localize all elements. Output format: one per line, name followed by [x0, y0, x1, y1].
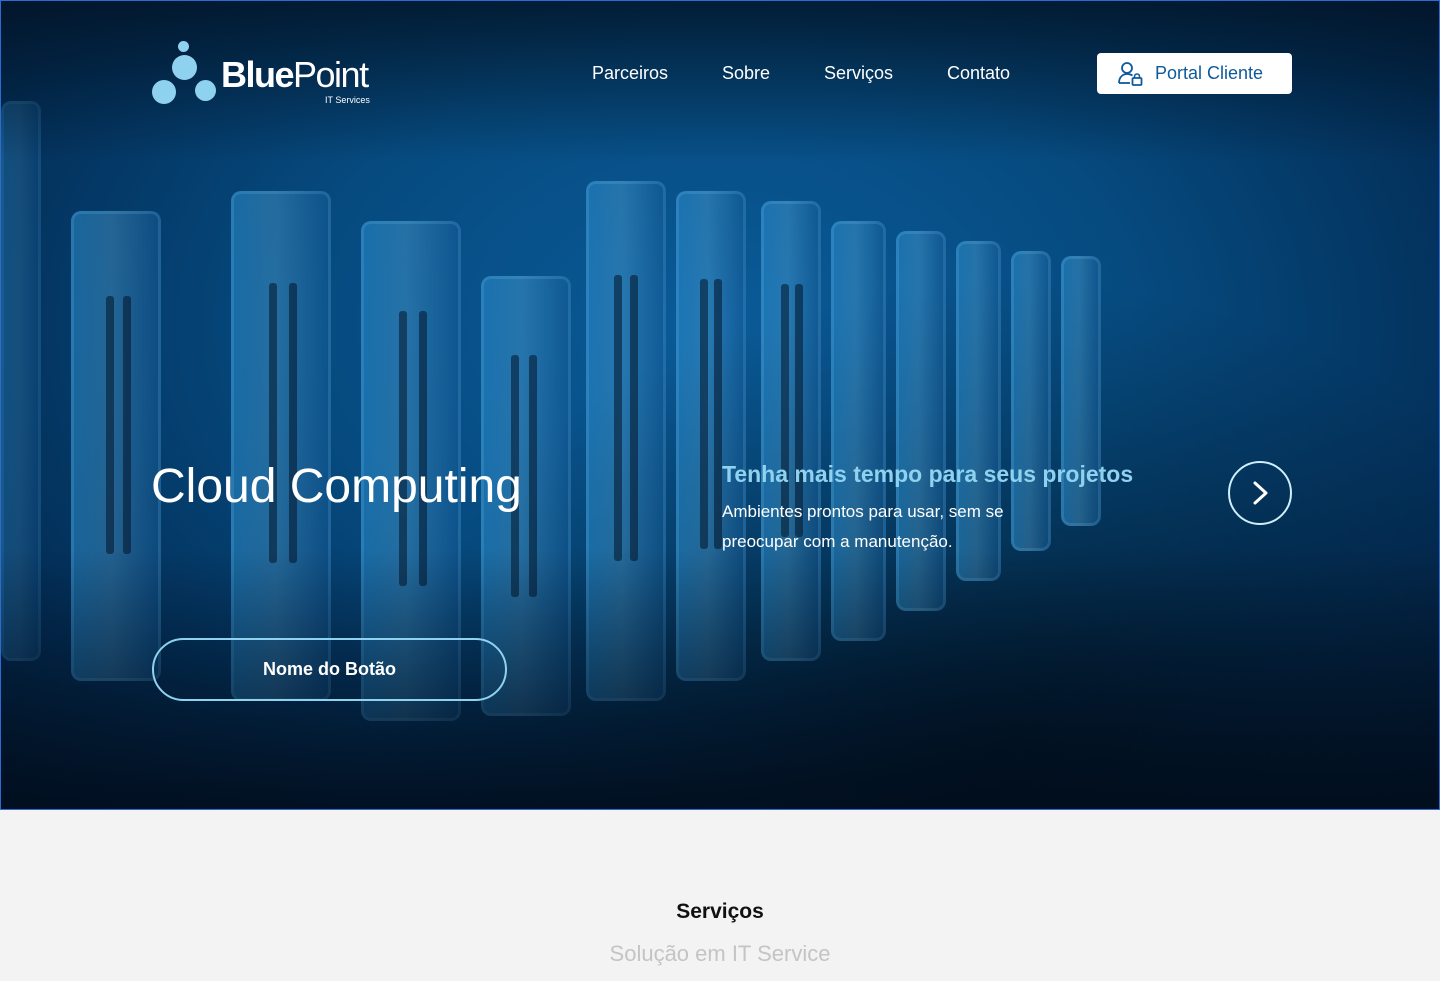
nav-item-contato[interactable]: Contato — [947, 63, 1010, 84]
logo-dot — [172, 55, 197, 80]
hero-cta-button[interactable]: Nome do Botão — [152, 638, 507, 701]
services-title: Serviços — [676, 900, 764, 923]
portal-cliente-button[interactable]: Portal Cliente — [1097, 53, 1292, 94]
hero-banner: BluePoint IT Services Parceiros Sobre Se… — [0, 0, 1440, 810]
nav-item-parceiros[interactable]: Parceiros — [592, 63, 668, 84]
nav-item-sobre[interactable]: Sobre — [722, 63, 770, 84]
brand-logo[interactable]: BluePoint IT Services — [151, 39, 376, 109]
logo-dot — [152, 80, 176, 104]
nav-item-servicos[interactable]: Serviços — [824, 63, 893, 84]
brand-name: BluePoint — [221, 54, 369, 95]
hero-description: Ambientes prontos para usar, sem se preo… — [722, 502, 1004, 551]
user-lock-icon — [1118, 61, 1143, 86]
services-subtitle: Solução em IT Service — [609, 941, 831, 966]
logo-dot — [178, 41, 189, 52]
logo-dot — [195, 80, 216, 101]
brand-tagline: IT Services — [325, 95, 370, 105]
hero-subtitle: Tenha mais tempo para seus projetos — [722, 461, 1134, 487]
chevron-right-icon — [1253, 481, 1268, 505]
hero-next-button[interactable] — [1228, 461, 1292, 525]
hero-title: Cloud Computing — [151, 460, 522, 513]
portal-cliente-label: Portal Cliente — [1155, 63, 1264, 83]
